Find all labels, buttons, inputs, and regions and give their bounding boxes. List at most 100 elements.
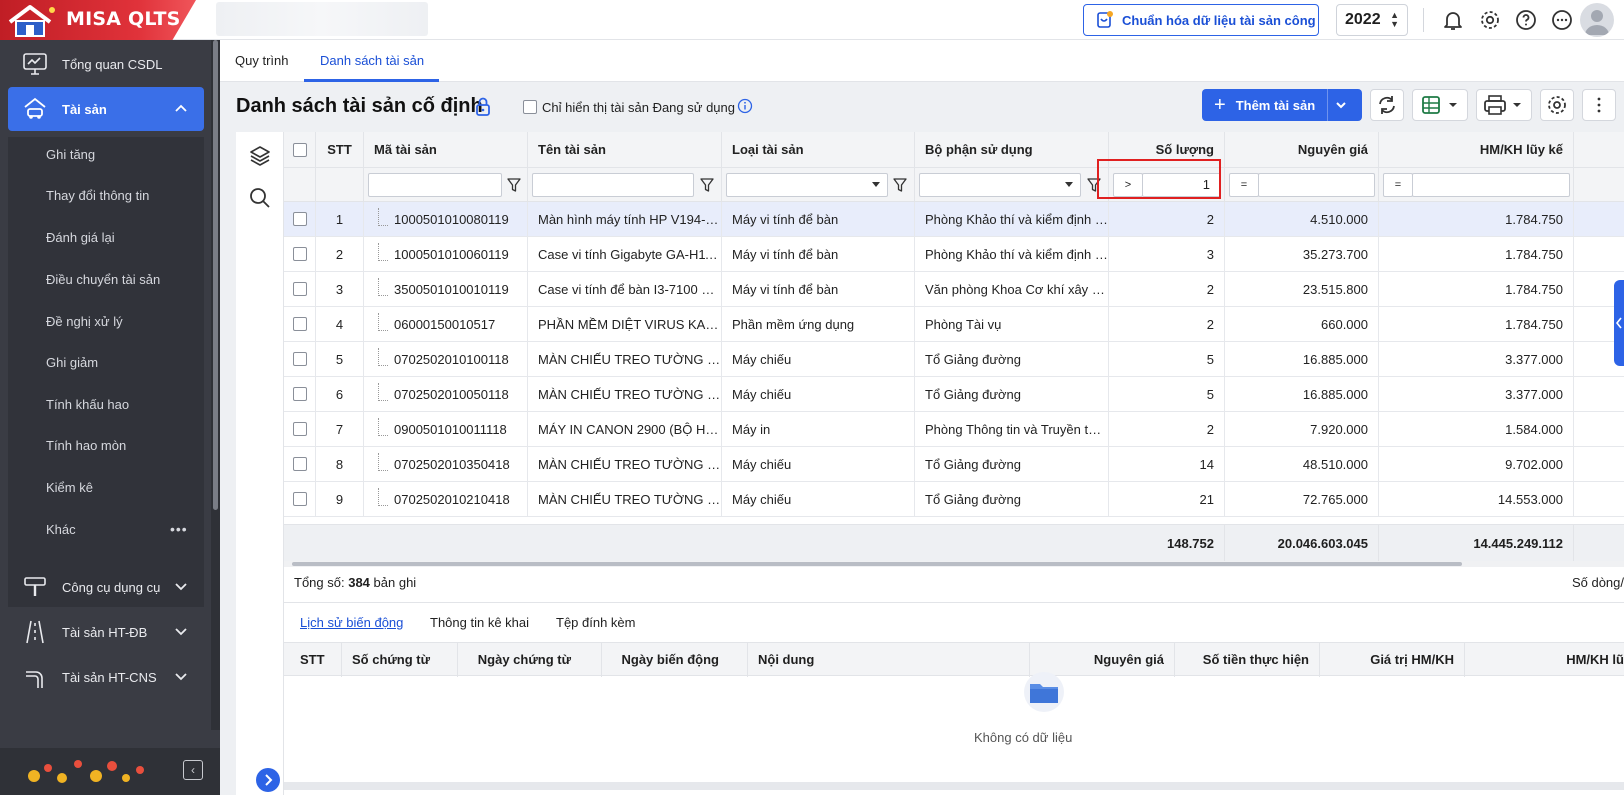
history-col-doc-date[interactable]: Ngày chứng từ <box>458 643 602 677</box>
select-all-checkbox[interactable] <box>292 143 307 157</box>
col-header-cost[interactable]: Nguyên giá <box>1225 132 1379 168</box>
col-header-department[interactable]: Bộ phận sử dụng <box>915 132 1109 168</box>
cell-quantity: 2 <box>1109 307 1225 342</box>
filter-name-input[interactable] <box>532 173 694 197</box>
help-icon[interactable] <box>1514 8 1538 32</box>
table-row[interactable]: 5 0702502010100118 MÀN CHIẾU TREO TƯỜNG 84… <box>284 342 1624 377</box>
bell-icon[interactable] <box>1441 8 1465 32</box>
year-select[interactable]: 2022 ▲ ▼ <box>1336 4 1408 36</box>
row-checkbox[interactable] <box>292 422 307 436</box>
sidebar-item-infrastructure-water[interactable]: Tài sản HT-CNS <box>8 655 204 699</box>
history-col-content[interactable]: Nội dung <box>748 643 1030 677</box>
layers-icon[interactable] <box>248 144 272 168</box>
funnel-icon[interactable] <box>506 177 522 193</box>
funnel-icon[interactable] <box>892 177 908 193</box>
year-stepper-icon[interactable]: ▲ ▼ <box>1390 11 1399 29</box>
row-checkbox[interactable] <box>292 317 307 331</box>
settings-button[interactable] <box>1540 89 1574 121</box>
table-row[interactable]: 1 1000501010080119 Màn hình máy tính HP V1… <box>284 202 1624 237</box>
export-excel-button[interactable] <box>1412 89 1468 121</box>
filter-code-input[interactable] <box>368 173 502 197</box>
row-checkbox[interactable] <box>292 352 307 366</box>
filter-cost-input[interactable] <box>1258 173 1375 197</box>
more-icon[interactable] <box>1550 8 1574 32</box>
row-checkbox[interactable] <box>292 387 307 401</box>
tab-attachments[interactable]: Tệp đính kèm <box>556 615 636 630</box>
history-col-dep-accum[interactable]: HM/KH lũ <box>1465 643 1624 677</box>
table-row[interactable]: 7 0900501010011118 MÁY IN CANON 2900 (BỘ H… <box>284 412 1624 447</box>
info-icon[interactable] <box>737 98 753 114</box>
sidebar-item-tools[interactable]: Công cụ dụng cụ <box>8 565 204 609</box>
col-header-stt[interactable]: STT <box>316 132 364 168</box>
row-checkbox[interactable] <box>292 247 307 261</box>
tab-asset-list[interactable]: Danh sách tài sản <box>320 53 424 68</box>
sidebar-item-overview[interactable]: Tổng quan CSDL <box>8 42 204 86</box>
history-col-amount[interactable]: Số tiền thực hiện <box>1175 643 1320 677</box>
filter-type-select[interactable] <box>726 173 888 197</box>
col-header-code[interactable]: Mã tài sản <box>364 132 528 168</box>
filter-cost-operator[interactable]: = <box>1229 173 1259 197</box>
table-row[interactable]: 3 3500501010010119 Case vi tính để bàn I3-… <box>284 272 1624 307</box>
lock-icon[interactable] <box>474 96 492 116</box>
active-only-checkbox[interactable] <box>523 100 537 114</box>
table-row[interactable]: 2 1000501010060119 Case vi tính Gigabyte G… <box>284 237 1624 272</box>
more-actions-button[interactable] <box>1582 89 1616 121</box>
expand-panel-button[interactable] <box>256 768 280 792</box>
collapse-sidebar-button[interactable]: ‹ <box>183 760 203 780</box>
filter-depreciation-operator[interactable]: = <box>1383 173 1413 197</box>
history-col-stt[interactable]: STT <box>284 643 342 677</box>
sidebar-subitem-wear[interactable]: Tính hao mòn <box>46 438 126 453</box>
table-row[interactable]: 9 0702502010210418 MÀN CHIẾU TREO TƯỜNG 84… <box>284 482 1624 517</box>
sidebar-item-infrastructure-road[interactable]: Tài sản HT-ĐB <box>8 610 204 654</box>
sidebar-subitem-other[interactable]: Khác <box>46 522 76 537</box>
sidebar-scrollbar[interactable] <box>211 40 220 730</box>
add-asset-button[interactable]: + Thêm tài sản <box>1202 89 1362 121</box>
sidebar-subitem-depreciation[interactable]: Tính khấu hao <box>46 397 129 412</box>
sidebar-item-assets[interactable]: Tài sản <box>8 87 204 131</box>
search-icon[interactable] <box>248 186 272 210</box>
row-checkbox[interactable] <box>292 282 307 296</box>
row-checkbox[interactable] <box>292 492 307 506</box>
tab-change-history[interactable]: Lịch sử biến động <box>300 615 403 630</box>
chevron-down-icon[interactable] <box>174 669 188 683</box>
standardize-data-button[interactable]: Chuẩn hóa dữ liệu tài sản công <box>1083 4 1319 36</box>
sidebar-subitem-inventory[interactable]: Kiểm kê <box>46 480 93 495</box>
more-horizontal-icon[interactable]: ••• <box>170 521 188 537</box>
table-row[interactable]: 4 06000150010517 PHẦN MỀM DIỆT VIRUS KASP.… <box>284 307 1624 342</box>
chevron-up-icon[interactable] <box>174 101 188 115</box>
history-col-change-date[interactable]: Ngày biến động <box>602 643 748 677</box>
sidebar-subitem-transfer[interactable]: Điều chuyển tài sản <box>46 272 160 287</box>
sidebar-subitem-propose[interactable]: Đề nghị xử lý <box>46 314 123 329</box>
app-logo[interactable]: MISA QLTS <box>0 0 196 40</box>
avatar[interactable] <box>1580 3 1614 37</box>
table-row[interactable]: 8 0702502010350418 MÀN CHIẾU TREO TƯỜNG 84… <box>284 447 1624 482</box>
history-horizontal-scrollbar[interactable] <box>284 782 1624 790</box>
side-panel-handle[interactable] <box>1614 280 1624 366</box>
sidebar-subitem-revaluate[interactable]: Đánh giá lại <box>46 230 115 245</box>
chevron-down-icon[interactable] <box>174 579 188 593</box>
sidebar-subitem-decrease[interactable]: Ghi giảm <box>46 355 98 370</box>
header-select-all[interactable] <box>284 132 316 168</box>
print-button[interactable] <box>1476 89 1532 121</box>
funnel-icon[interactable] <box>699 177 715 193</box>
tab-declaration-info[interactable]: Thông tin kê khai <box>430 615 529 630</box>
filter-department-select[interactable] <box>919 173 1081 197</box>
sidebar-subitem-change-info[interactable]: Thay đổi thông tin <box>46 188 149 203</box>
table-row[interactable]: 6 0702502010050118 MÀN CHIẾU TREO TƯỜNG 84… <box>284 377 1624 412</box>
row-checkbox[interactable] <box>292 212 307 226</box>
sidebar-subitem-increase[interactable]: Ghi tăng <box>46 147 95 162</box>
chevron-down-icon[interactable] <box>1334 98 1348 112</box>
col-header-type[interactable]: Loại tài sản <box>722 132 915 168</box>
history-col-doc-no[interactable]: Số chứng từ <box>342 643 458 677</box>
filter-depreciation-input[interactable] <box>1412 173 1570 197</box>
history-col-dep-value[interactable]: Giá trị HM/KH <box>1320 643 1465 677</box>
col-header-depreciation[interactable]: HM/KH lũy kế <box>1379 132 1574 168</box>
col-header-name[interactable]: Tên tài sản <box>528 132 722 168</box>
table-horizontal-scrollbar[interactable] <box>284 561 1624 567</box>
row-checkbox[interactable] <box>292 457 307 471</box>
chevron-down-icon[interactable] <box>174 624 188 638</box>
cell-type: Phần mềm ứng dụng <box>722 307 915 342</box>
refresh-button[interactable] <box>1370 89 1404 121</box>
tab-process[interactable]: Quy trình <box>235 53 288 68</box>
gear-icon[interactable] <box>1478 8 1502 32</box>
